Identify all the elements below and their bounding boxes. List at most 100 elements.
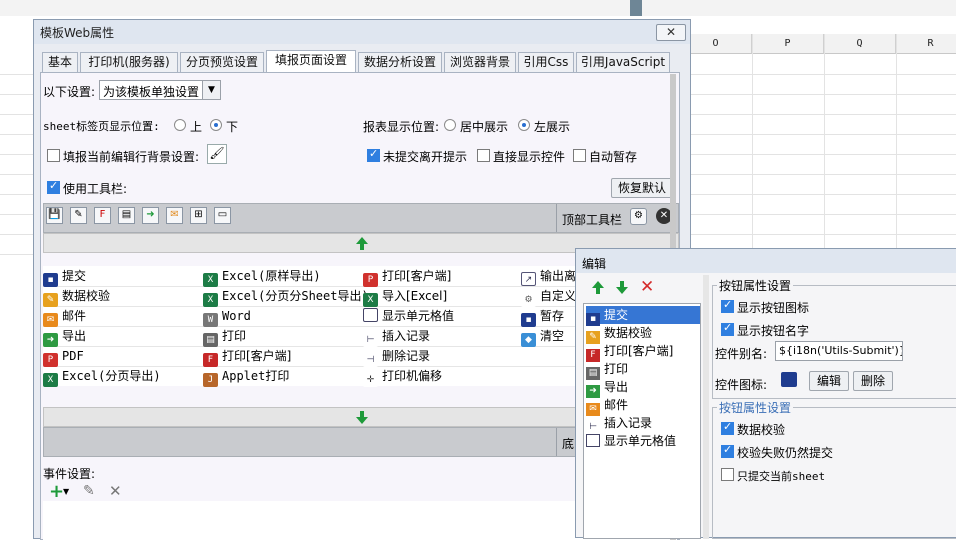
save-icon[interactable]: 💾 (46, 207, 63, 224)
splitter[interactable] (703, 275, 709, 539)
list-item-mail[interactable]: ✉ 邮件 (586, 396, 700, 416)
only-sheet-label: 只提交当前sheet (737, 470, 826, 483)
column-header-r[interactable]: R (896, 34, 956, 54)
grid-item-data-check[interactable]: ✎ 数据校验 (43, 286, 110, 307)
sheet-position-top-radio[interactable] (174, 119, 186, 131)
grid-row-separator (43, 326, 583, 327)
tab-ref-javascript[interactable]: 引用JavaScript (576, 52, 670, 72)
grid-item-mail[interactable]: ✉ 邮件 (43, 306, 86, 327)
edit-pencil-icon[interactable]: ✎ (83, 483, 95, 499)
export-icon[interactable]: ➜ (142, 207, 159, 224)
pdf-print-icon[interactable]: F (94, 207, 111, 224)
move-down-icon[interactable] (616, 287, 628, 294)
delete-x-icon[interactable]: ✕ (109, 482, 122, 500)
column-header-p[interactable]: P (752, 34, 824, 54)
chevron-down-icon[interactable]: ▼ (63, 487, 69, 496)
tab-page-preview[interactable]: 分页预览设置 (180, 52, 264, 72)
grid-item-applet-print[interactable]: J Applet打印 (203, 366, 289, 387)
grid-item-label: 暂存 (540, 309, 565, 323)
grid-item-temp-save[interactable]: ▪ 暂存 (521, 306, 565, 327)
grid-item-submit[interactable]: ▪ 提交 (43, 266, 86, 287)
unsubmitted-prompt-checkbox[interactable] (367, 147, 380, 162)
only-sheet-checkbox[interactable] (721, 468, 734, 481)
mail-icon[interactable]: ✉ (166, 207, 183, 224)
printer-icon[interactable]: ▤ (118, 207, 135, 224)
arrow-up-icon (356, 237, 368, 244)
remove-icon[interactable]: ✕ (640, 277, 654, 297)
insert-row-icon[interactable]: ⊞ (190, 207, 207, 224)
grid-item-excel-paged[interactable]: X Excel(分页导出) (43, 366, 161, 387)
grid-item-pdf[interactable]: P PDF (43, 346, 84, 367)
fail-submit-label: 校验失败仍然提交 (737, 446, 834, 460)
tab-fill-page[interactable]: 填报页面设置 (266, 50, 356, 73)
close-button[interactable]: ✕ (656, 24, 686, 41)
list-item-print[interactable]: ▤ 打印 (586, 360, 700, 380)
paint-bucket-icon[interactable]: 🖌 (207, 144, 227, 164)
dialog-titlebar[interactable]: 模板Web属性 ✕ (34, 20, 690, 44)
grid-item-insert-row[interactable]: ⊢ 插入记录 (363, 326, 430, 347)
tab-basic[interactable]: 基本 (42, 52, 78, 72)
settings-label: 以下设置: (43, 85, 96, 99)
edit-icon-button[interactable]: 编辑 (809, 371, 849, 391)
tab-ref-css[interactable]: 引用Css (518, 52, 574, 72)
grid-item-custom[interactable]: ⚙ 自定义 (521, 286, 576, 307)
move-up-icon[interactable] (592, 281, 604, 288)
java-icon: J (203, 373, 218, 387)
list-item-show-cell[interactable]: 显示单元格值 (586, 432, 700, 450)
grid-item-excel-sheet[interactable]: X Excel(分页分Sheet导出) (203, 286, 369, 307)
settings-select[interactable]: 为该模板单独设置 ▼ (99, 80, 221, 100)
list-item-data-check[interactable]: ✎ 数据校验 (586, 324, 700, 344)
use-toolbar-checkbox[interactable] (47, 179, 60, 194)
grid-item-label: PDF (62, 349, 84, 363)
grid-item-label: Excel(分页分Sheet导出) (222, 289, 369, 303)
list-item-print-client[interactable]: F 打印[客户端] (586, 342, 700, 362)
grid-item-print-client[interactable]: F 打印[客户端] (203, 346, 291, 367)
data-check-label: 数据校验 (737, 423, 786, 437)
sheet-position-bottom-radio[interactable] (210, 119, 222, 131)
top-toolbar-label: 顶部工具栏 (562, 213, 623, 227)
grid-item-clear[interactable]: ◆ 清空 (521, 326, 564, 347)
grid-item-excel-original[interactable]: X Excel(原样导出) (203, 266, 321, 287)
grid-item-label: 删除记录 (382, 349, 431, 363)
grid-item-delete-row[interactable]: ⊣ 删除记录 (363, 346, 431, 367)
autosave-checkbox[interactable] (573, 149, 586, 162)
show-cell-icon[interactable]: ▭ (214, 207, 231, 224)
fail-submit-checkbox[interactable] (721, 443, 734, 458)
column-header-q[interactable]: Q (824, 34, 896, 54)
list-item-submit[interactable]: ▪ 提交 (586, 306, 700, 326)
chevron-down-icon: ▼ (202, 81, 220, 99)
report-center-radio[interactable] (444, 119, 456, 131)
data-check-checkbox[interactable] (721, 420, 734, 435)
tab-printer-server[interactable]: 打印机(服务器) (80, 52, 178, 72)
list-item-export[interactable]: ➜ 导出 (586, 378, 700, 398)
tab-browser-background[interactable]: 浏览器背景 (444, 52, 516, 72)
list-item-label: 提交 (604, 308, 629, 322)
restore-default-button[interactable]: 恢复默认 (611, 178, 673, 198)
direct-show-checkbox[interactable] (477, 149, 490, 162)
delete-icon-button[interactable]: 删除 (853, 371, 893, 391)
autosave-label: 自动暂存 (589, 150, 638, 164)
list-item-label: 邮件 (604, 398, 629, 412)
add-icon[interactable]: + (49, 481, 64, 502)
grid-item-show-cell[interactable]: 显示单元格值 (363, 306, 454, 326)
show-icon-checkbox[interactable] (721, 298, 734, 313)
report-left-radio[interactable] (518, 119, 530, 131)
alias-label: 控件别名: (715, 347, 768, 361)
list-item-insert-row[interactable]: ⊢ 插入记录 (586, 414, 700, 434)
tab-data-analysis[interactable]: 数据分析设置 (358, 52, 442, 72)
grid-item-print[interactable]: ▤ 打印 (203, 326, 246, 347)
edit-dialog-titlebar[interactable]: 编辑 (576, 249, 956, 273)
gear-icon[interactable]: ⚙ (630, 208, 647, 225)
grid-item-word[interactable]: W Word (203, 306, 251, 327)
show-name-checkbox[interactable] (721, 321, 734, 336)
fill-bg-checkbox[interactable] (47, 149, 60, 162)
grid-item-print-client-2[interactable]: P 打印[客户端] (363, 266, 451, 287)
grid-item-import-excel[interactable]: X 导入[Excel] (363, 286, 447, 307)
edit-dialog: 编辑 ✕ ▪ 提交 ✎ 数据校验 F 打印[客户端] ▤ 打印 ➜ 导出 ✉ 邮件 ⊢ 插入记… (575, 248, 956, 539)
data-check-icon[interactable]: ✎ (70, 207, 87, 224)
grid-item-label: Excel(原样导出) (222, 269, 321, 283)
grid-item-export[interactable]: ➜ 导出 (43, 326, 86, 347)
grid-item-printer-offset[interactable]: ✛ 打印机偏移 (363, 366, 442, 387)
grid-item-output[interactable]: ↗ 输出离 (521, 266, 576, 286)
alias-input[interactable]: ${i18n('Utils-Submit')} (775, 341, 903, 361)
